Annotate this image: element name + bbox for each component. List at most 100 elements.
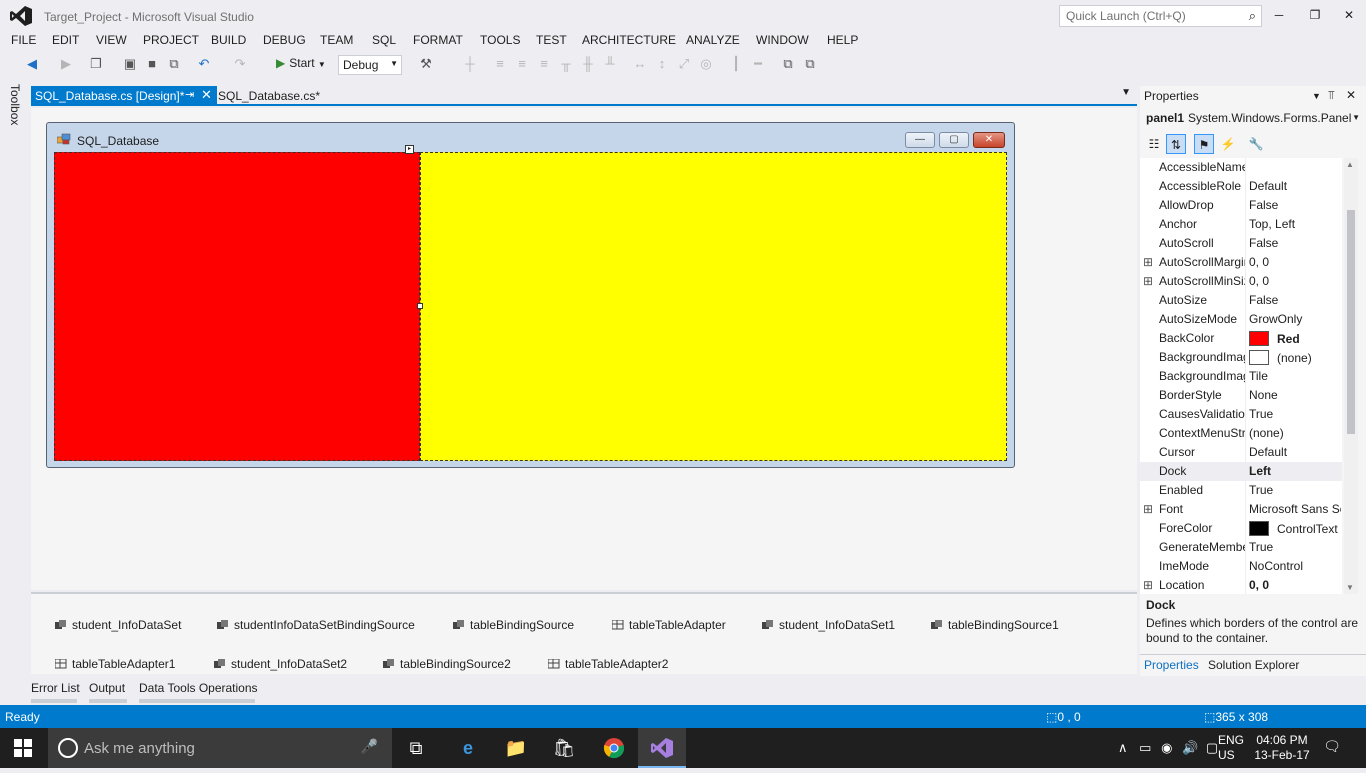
tray-component[interactable]: student_InfoDataSet1 xyxy=(762,618,895,632)
expand-icon[interactable]: ⊞ xyxy=(1143,502,1153,516)
start-debugging-button[interactable]: ▶ Start ▼ xyxy=(276,56,326,74)
horizontal-spacing-icon[interactable]: ┃ xyxy=(728,56,744,72)
property-value[interactable]: True xyxy=(1249,540,1341,554)
file-explorer-icon[interactable]: 📁 xyxy=(492,728,540,768)
menu-help[interactable]: HELP xyxy=(827,33,858,47)
property-value[interactable]: 0, 0 xyxy=(1249,274,1341,288)
property-pages-icon[interactable]: 🔧 xyxy=(1246,134,1266,154)
alphabetical-icon[interactable]: ⇅ xyxy=(1166,134,1186,154)
property-value[interactable]: GrowOnly xyxy=(1249,312,1341,326)
size-to-grid-icon[interactable]: ◎ xyxy=(698,56,714,72)
property-row[interactable]: Dock Left xyxy=(1140,462,1342,481)
property-value[interactable]: 0, 0 xyxy=(1249,255,1341,269)
property-value[interactable]: Default xyxy=(1249,179,1341,193)
tab-list-dropdown-icon[interactable]: ▼ xyxy=(1121,87,1131,98)
tray-component[interactable]: student_InfoDataSet xyxy=(55,618,181,632)
scroll-down-icon[interactable]: ▼ xyxy=(1346,583,1354,592)
property-value[interactable]: False xyxy=(1249,198,1341,212)
vertical-spacing-icon[interactable]: ━ xyxy=(750,56,766,72)
property-row[interactable]: AutoScroll False xyxy=(1140,234,1342,253)
make-same-width-icon[interactable]: ↔ xyxy=(632,56,648,72)
property-row[interactable]: BackColor Red xyxy=(1140,329,1342,348)
make-same-size-icon[interactable]: ⤢ xyxy=(676,56,692,72)
form-window[interactable]: SQL_Database — ▢ ✕ ▸ xyxy=(46,122,1015,468)
property-row[interactable]: BorderStyle None xyxy=(1140,386,1342,405)
menu-project[interactable]: PROJECT xyxy=(143,33,199,47)
property-value[interactable]: True xyxy=(1249,407,1341,421)
tab-properties[interactable]: Properties xyxy=(1144,658,1199,672)
property-row[interactable]: ⊞ AutoScrollMargin 0, 0 xyxy=(1140,253,1342,272)
menu-edit[interactable]: EDIT xyxy=(52,33,79,47)
property-row[interactable]: AutoSize False xyxy=(1140,291,1342,310)
property-row[interactable]: BackgroundImageLayout Tile xyxy=(1140,367,1342,386)
panel1-red[interactable] xyxy=(54,152,420,461)
tab-error-list[interactable]: Error List xyxy=(31,681,80,695)
tab-sql-database-code[interactable]: SQL_Database.cs* xyxy=(218,89,320,103)
align-lefts-icon[interactable]: ≡ xyxy=(492,56,508,72)
minimize-button[interactable]: ─ xyxy=(1264,4,1294,26)
scroll-thumb[interactable] xyxy=(1347,210,1355,434)
configuration-select[interactable]: Debug ▼ xyxy=(338,55,402,75)
bring-to-front-icon[interactable]: ⧉ xyxy=(780,56,796,72)
undo-icon[interactable]: ↶ xyxy=(196,56,212,72)
property-value[interactable]: True xyxy=(1249,483,1341,497)
menu-tools[interactable]: TOOLS xyxy=(480,33,520,47)
expand-icon[interactable]: ⊞ xyxy=(1143,578,1153,592)
align-centers-icon[interactable]: ≡ xyxy=(514,56,530,72)
action-center-icon[interactable]: 🗨 xyxy=(1322,738,1342,758)
property-row[interactable]: ⊞ AutoScrollMinSize 0, 0 xyxy=(1140,272,1342,291)
pin-icon[interactable]: ⇥ xyxy=(185,88,194,101)
network-icon[interactable]: ◉ xyxy=(1161,740,1172,755)
tab-output[interactable]: Output xyxy=(89,681,125,695)
make-same-height-icon[interactable]: ↕ xyxy=(654,56,670,72)
close-icon[interactable]: ✕ xyxy=(1346,88,1356,102)
property-value[interactable]: Microsoft Sans Serif xyxy=(1249,502,1341,516)
tab-sql-database-design[interactable]: SQL_Database.cs [Design]* ⇥ ✕ xyxy=(31,86,217,106)
battery-icon[interactable]: ▭ xyxy=(1139,740,1151,755)
align-bottoms-icon[interactable]: ╨ xyxy=(602,56,618,72)
tray-component[interactable]: tableTableAdapter2 xyxy=(547,657,668,671)
property-row[interactable]: CausesValidation True xyxy=(1140,405,1342,424)
save-icon[interactable]: ■ xyxy=(144,56,160,72)
menu-test[interactable]: TEST xyxy=(536,33,567,47)
find-icon[interactable]: ⚒ xyxy=(418,56,434,72)
property-value[interactable]: Red xyxy=(1249,331,1341,346)
categorized-icon[interactable]: ☷ xyxy=(1144,134,1164,154)
property-value[interactable]: (none) xyxy=(1249,426,1341,440)
property-value[interactable]: None xyxy=(1249,388,1341,402)
menu-window[interactable]: WINDOW xyxy=(756,33,809,47)
save-all-icon[interactable]: ⧉ xyxy=(166,56,182,72)
back-icon[interactable]: ◀ xyxy=(24,56,40,72)
close-button[interactable]: ✕ xyxy=(1334,4,1364,26)
form-close-button[interactable]: ✕ xyxy=(973,132,1005,148)
restore-button[interactable]: ❐ xyxy=(1300,4,1330,26)
align-tops-icon[interactable]: ╥ xyxy=(558,56,574,72)
taskbar-clock[interactable]: 04:06 PM 13-Feb-17 xyxy=(1254,733,1310,763)
menu-build[interactable]: BUILD xyxy=(211,33,246,47)
properties-icon[interactable]: ⚑ xyxy=(1194,134,1214,154)
property-value[interactable]: Tile xyxy=(1249,369,1341,383)
close-icon[interactable]: ✕ xyxy=(201,87,212,103)
open-file-icon[interactable]: ▣ xyxy=(122,56,138,72)
quick-launch-input[interactable]: Quick Launch (Ctrl+Q) ⌕ xyxy=(1059,5,1262,27)
system-tray-icons[interactable]: ∧ ▭ ◉ 🔊 ▢ xyxy=(1118,740,1218,756)
property-row[interactable]: AccessibleRole Default xyxy=(1140,177,1342,196)
align-rights-icon[interactable]: ≡ xyxy=(536,56,552,72)
property-row[interactable]: ContextMenuStrip (none) xyxy=(1140,424,1342,443)
property-row[interactable]: ⊞ Location 0, 0 xyxy=(1140,576,1342,595)
property-row[interactable]: AccessibleName xyxy=(1140,158,1342,177)
message-icon[interactable]: ▢ xyxy=(1206,740,1218,755)
panel2-yellow[interactable] xyxy=(420,152,1007,461)
property-row[interactable]: Anchor Top, Left xyxy=(1140,215,1342,234)
property-row[interactable]: ⊞ Font Microsoft Sans Serif xyxy=(1140,500,1342,519)
tray-component[interactable]: student_InfoDataSet2 xyxy=(214,657,347,671)
windows-start-icon[interactable] xyxy=(14,739,32,757)
property-row[interactable]: AllowDrop False xyxy=(1140,196,1342,215)
tray-component[interactable]: tableBindingSource2 xyxy=(383,657,511,671)
task-view-icon[interactable]: ⧉ xyxy=(392,728,440,768)
show-hidden-icons-icon[interactable]: ∧ xyxy=(1118,740,1128,755)
property-value[interactable]: NoControl xyxy=(1249,559,1341,573)
tray-component[interactable]: studentInfoDataSetBindingSource xyxy=(217,618,415,632)
send-to-back-icon[interactable]: ⧉ xyxy=(802,56,818,72)
chevron-down-icon[interactable]: ▼ xyxy=(1312,91,1321,101)
